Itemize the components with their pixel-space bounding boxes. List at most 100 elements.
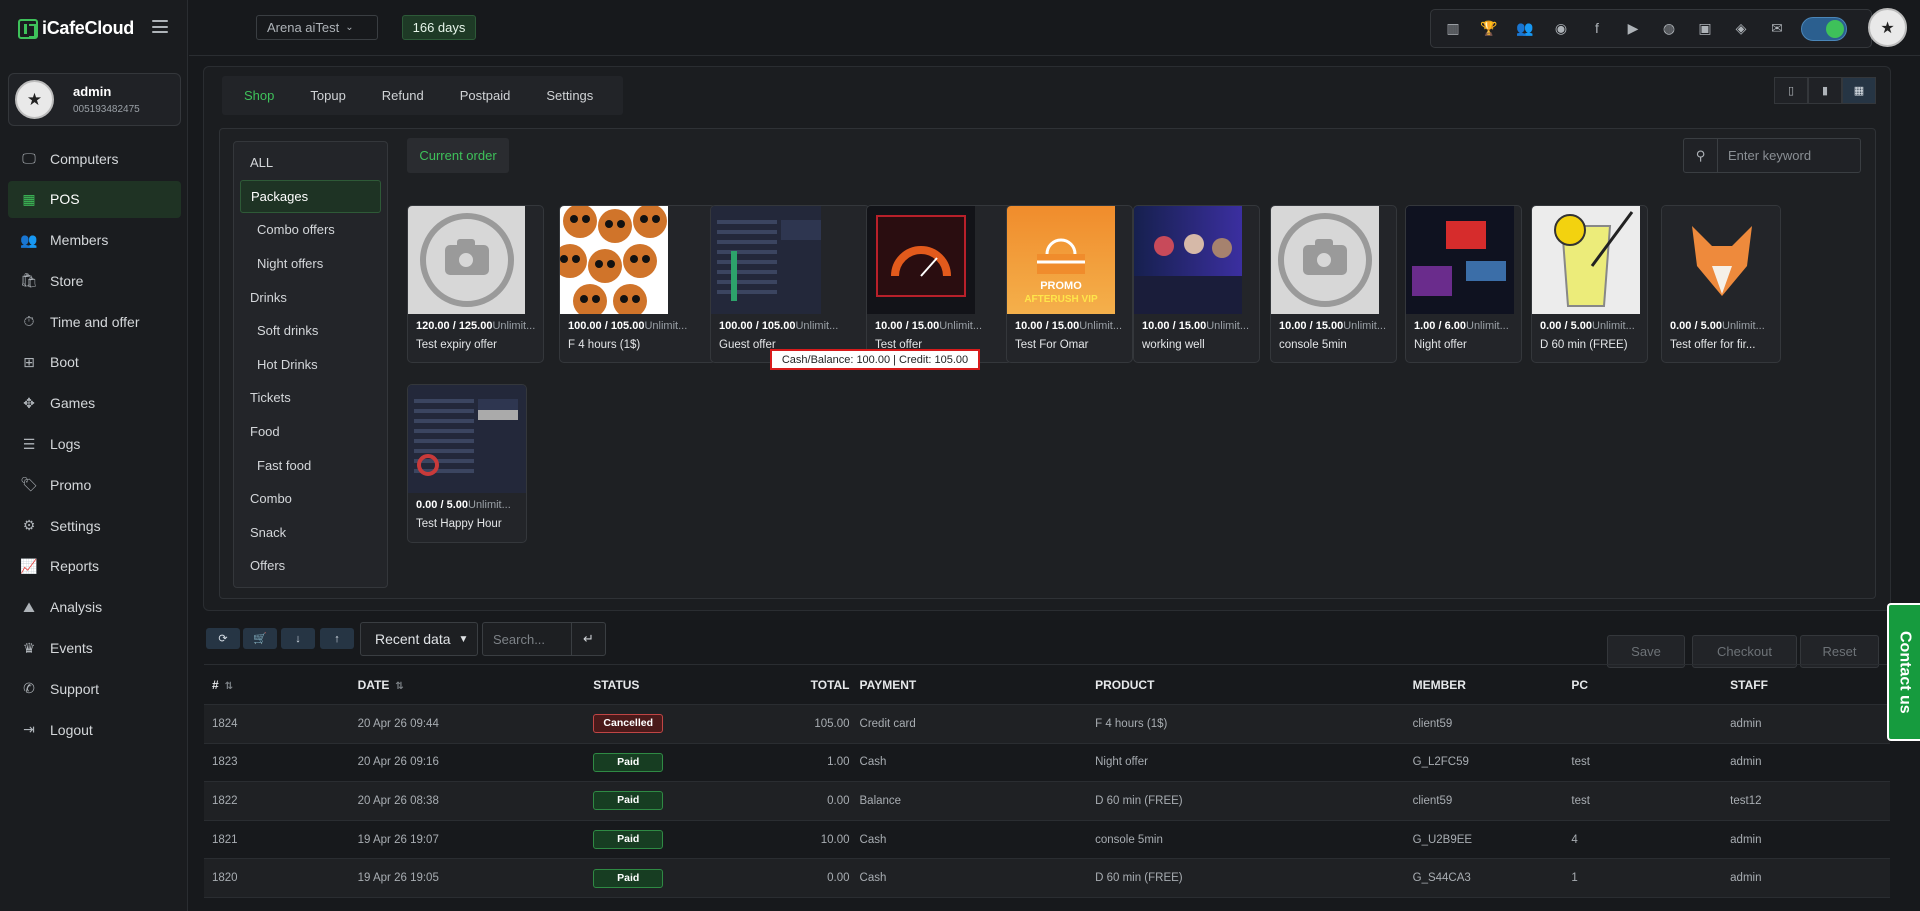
rss-icon[interactable]: ◉ [1543,20,1579,37]
nav-label: Analysis [50,599,103,616]
leaderboard-icon[interactable]: ▥ [1435,20,1471,37]
branch-select[interactable]: Arena aiTest ⌄ [256,15,378,40]
table-row[interactable]: 1824 20 Apr 26 09:44 Cancelled 105.00 Credit… [204,704,1890,744]
sort-icon[interactable]: ⇅ [395,681,403,692]
cell-member: G_L2FC59 [1412,743,1572,783]
product-card[interactable]: 0.00 / 5.00Unlimit... D 60 min (FREE) [1531,205,1648,363]
category-food[interactable]: Food [234,415,387,449]
upload-icon[interactable]: ↑ [320,628,354,649]
current-order-button[interactable]: Current order [407,138,509,173]
layout-right-icon[interactable]: ▮ [1808,77,1842,104]
tab-topup[interactable]: Topup [292,88,363,103]
cart-icon[interactable]: 🛒 [243,628,277,649]
product-card[interactable]: 10.00 / 15.00Unlimit... working well [1133,205,1260,363]
category-packages[interactable]: Packages [240,179,381,214]
download-icon[interactable]: ↓ [281,628,315,649]
nav-item-computers[interactable]: 🖵 Computers [8,140,181,177]
cell-member: G_U2B9EE [1412,820,1572,860]
nav-item-support[interactable]: ✆ Support [8,670,181,707]
category-tickets[interactable]: Tickets [234,381,387,415]
category-combo-offers[interactable]: Combo offers [234,213,387,247]
category-fast-food[interactable]: Fast food [234,448,387,482]
nav-item-promo[interactable]: 🏷 Promo [8,466,181,503]
nav-label: Support [50,680,100,697]
product-card[interactable]: 1.00 / 6.00Unlimit... Night offer [1405,205,1522,363]
tab-refund[interactable]: Refund [364,88,442,103]
nav-item-boot[interactable]: ⊞ Boot [8,344,181,381]
nav-item-reports[interactable]: 📈 Reports [8,548,181,585]
top-avatar[interactable]: ★ [1868,8,1907,47]
column-header-staff[interactable]: STAFF [1730,664,1890,705]
category-snack[interactable]: Snack [234,516,387,550]
dashboard-screenshot-image [408,385,526,493]
nav-label: Reports [50,558,100,575]
column-header-id[interactable]: # ⇅ [204,664,358,705]
product-card[interactable]: 100.00 / 105.00Unlimit... Guest offer [710,205,870,363]
trophy-icon[interactable]: 🏆 [1471,20,1507,37]
product-card[interactable]: 10.00 / 15.00Unlimit... Test offer [866,205,1012,363]
contact-us-label: Contact us [1896,630,1914,714]
table-row[interactable]: 1821 19 Apr 26 19:07 Paid 10.00 Cash console … [204,820,1890,860]
tab-postpaid[interactable]: Postpaid [442,88,529,103]
column-header-total[interactable]: TOTAL [757,664,860,705]
nav-item-logs[interactable]: ☰ Logs [8,426,181,463]
eye-off-icon[interactable]: ◈ [1723,20,1759,37]
category-combo[interactable]: Combo [234,482,387,516]
recent-data-select[interactable]: Recent data ▼ [360,622,478,656]
tab-settings[interactable]: Settings [528,88,611,103]
contact-us-button[interactable]: Contact us [1887,603,1920,741]
status-toggle[interactable] [1801,16,1847,41]
layout-left-icon[interactable]: ▯ [1774,77,1808,104]
column-header-status[interactable]: STATUS [593,664,758,705]
category-soft-drinks[interactable]: Soft drinks [234,314,387,348]
column-header-date[interactable]: DATE ⇅ [357,664,594,705]
nav-item-settings[interactable]: ⚙ Settings [8,507,181,544]
youtube-icon[interactable]: ▶ [1615,20,1651,37]
mail-icon[interactable]: ✉ [1759,20,1795,37]
table-row[interactable]: 1823 20 Apr 26 09:16 Paid 1.00 Cash Night off… [204,743,1890,783]
app-logo[interactable]: iCafeCloud [18,18,134,39]
category-night-offers[interactable]: Night offers [234,247,387,281]
facebook-icon[interactable]: f [1579,20,1615,37]
tab-shop[interactable]: Shop [226,88,292,103]
nav-item-pos[interactable]: ▦ POS [8,180,181,218]
refresh-icon[interactable]: ⟳ [206,628,240,649]
globe-icon[interactable]: ◍ [1651,20,1687,37]
app-logo-icon[interactable]: ▣ [1687,20,1723,37]
nav-item-members[interactable]: 👥 Members [8,222,181,259]
table-row[interactable]: 1820 19 Apr 26 19:05 Paid 0.00 Cash D 60 min … [204,858,1890,898]
column-header-member[interactable]: MEMBER [1412,664,1572,705]
column-header-product[interactable]: PRODUCT [1095,664,1413,705]
product-card[interactable]: 0.00 / 5.00Unlimit... Test offer for fir.… [1661,205,1781,363]
hamburger-menu-icon[interactable] [152,20,168,33]
nav-item-store[interactable]: 🛍 Store [8,262,181,299]
category-all[interactable]: ALL [234,146,387,180]
category-hot-drinks[interactable]: Hot Drinks [234,348,387,382]
product-card[interactable]: 0.00 / 5.00Unlimit... Test Happy Hour [407,384,527,543]
users-group-icon[interactable]: 👥 [1507,20,1543,37]
enter-icon[interactable]: ↵ [571,623,605,655]
product-search[interactable]: ⚲ [1683,138,1861,173]
main-nav: 🖵 Computers ▦ POS 👥 Members 🛍 Store ⏱ Time and of… [8,140,181,752]
layout-grid-icon[interactable]: ▦ [1842,77,1876,104]
branch-name: Arena aiTest [267,20,340,35]
product-card[interactable]: PROMO AFTERUSH VIP 10.00 / 15.00Unlimit...… [1006,205,1133,363]
user-profile-card[interactable]: ★ admin 005193482475 [8,73,181,126]
sort-icon[interactable]: ⇅ [225,681,233,692]
column-header-payment[interactable]: PAYMENT [859,664,1096,705]
category-drinks[interactable]: Drinks [234,280,387,314]
column-header-pc[interactable]: PC [1571,664,1731,705]
nav-item-time-and-offer[interactable]: ⏱ Time and offer [8,303,181,340]
product-card[interactable]: 100.00 / 105.00Unlimit... F 4 hours (1$) [559,205,716,363]
nav-item-games[interactable]: ✥ Games [8,385,181,422]
product-card[interactable]: 120.00 / 125.00Unlimit... Test expiry off… [407,205,544,363]
nav-item-logout[interactable]: ⇥ Logout [8,711,181,748]
category-offers[interactable]: Offers [234,549,387,583]
history-search[interactable]: ↵ [482,622,606,656]
product-search-input[interactable] [1718,148,1858,163]
history-search-input[interactable] [483,631,571,647]
table-row[interactable]: 1822 20 Apr 26 08:38 Paid 0.00 Balance D 60 m… [204,781,1890,821]
nav-item-analysis[interactable]: ⛰ Analysis [8,589,181,626]
product-card[interactable]: 10.00 / 15.00Unlimit... console 5min [1270,205,1397,363]
nav-item-events[interactable]: ♛ Events [8,630,181,667]
